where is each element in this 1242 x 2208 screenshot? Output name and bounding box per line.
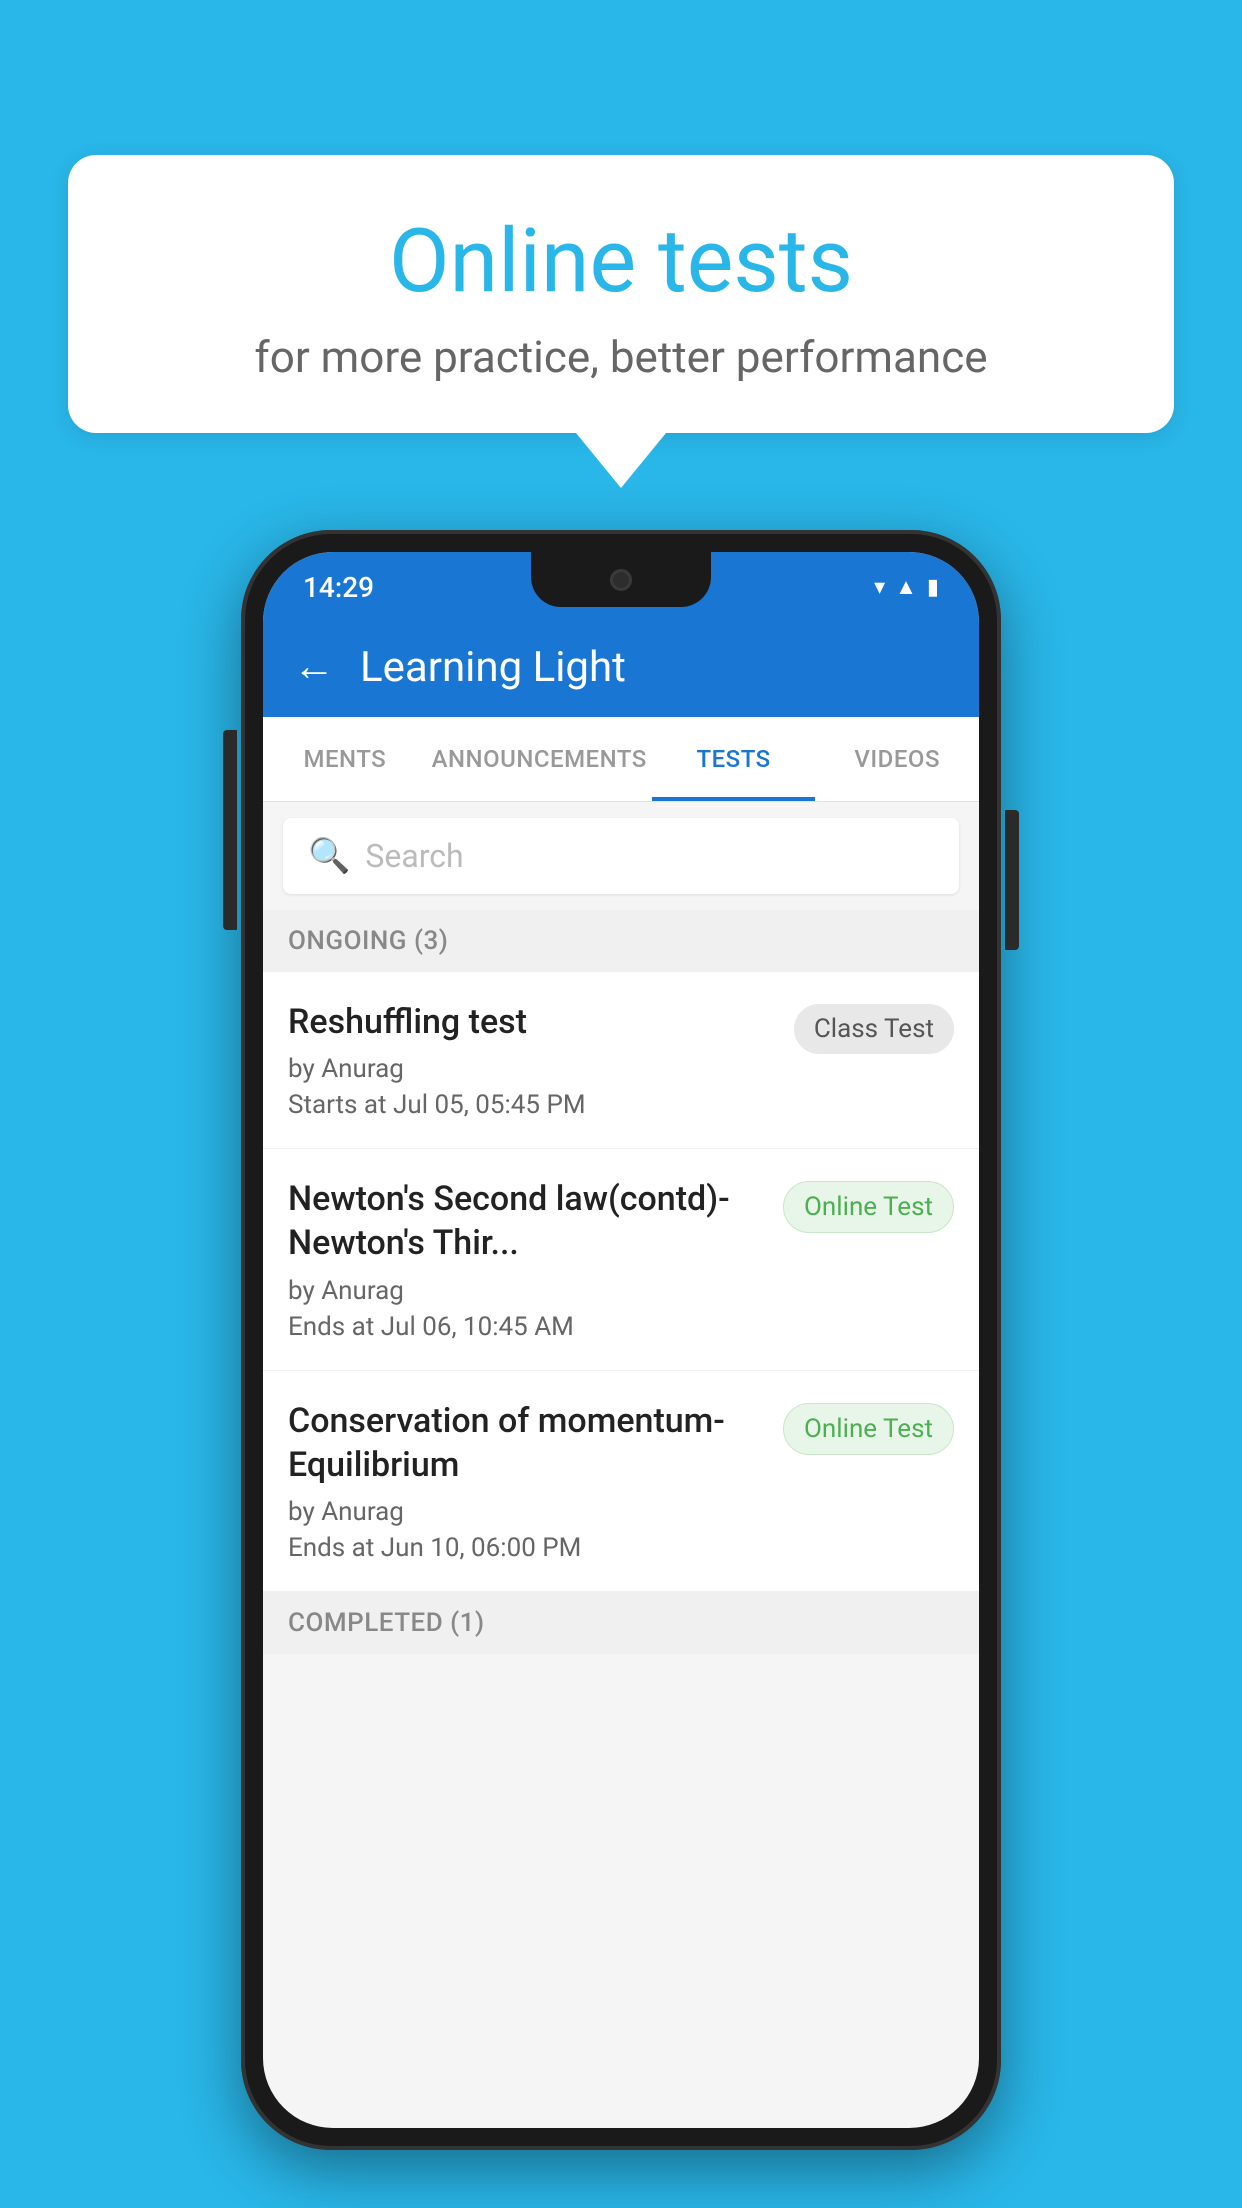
test-date-1: Starts at Jul 05, 05:45 PM [288, 1090, 779, 1120]
test-item-3[interactable]: Conservation of momentum-Equilibrium by … [263, 1371, 979, 1592]
test-list: Reshuffling test by Anurag Starts at Jul… [263, 972, 979, 1592]
speech-bubble-tail [576, 433, 666, 488]
speech-bubble-title: Online tests [128, 210, 1114, 313]
test-author-3: by Anurag [288, 1497, 768, 1527]
test-name-3: Conservation of momentum-Equilibrium [288, 1399, 768, 1487]
speech-bubble-subtitle: for more practice, better performance [128, 331, 1114, 383]
test-date-3: Ends at Jun 10, 06:00 PM [288, 1533, 768, 1563]
search-bar[interactable]: 🔍 Search [283, 818, 959, 894]
test-author-2: by Anurag [288, 1276, 768, 1306]
test-item-2[interactable]: Newton's Second law(contd)-Newton's Thir… [263, 1149, 979, 1370]
test-name-1: Reshuffling test [288, 1000, 779, 1044]
front-camera [610, 569, 632, 591]
tab-tests[interactable]: TESTS [652, 717, 816, 801]
test-info-3: Conservation of momentum-Equilibrium by … [288, 1399, 768, 1563]
speech-bubble: Online tests for more practice, better p… [68, 155, 1174, 433]
search-container: 🔍 Search [263, 802, 979, 910]
status-icons: ▾ ▲ ▮ [874, 574, 939, 600]
battery-icon: ▮ [927, 575, 939, 600]
tab-announcements[interactable]: ANNOUNCEMENTS [427, 717, 652, 801]
tabs-container: MENTS ANNOUNCEMENTS TESTS VIDEOS [263, 717, 979, 802]
ongoing-section-header: ONGOING (3) [263, 910, 979, 972]
status-time: 14:29 [303, 571, 374, 604]
test-badge-2: Online Test [783, 1181, 954, 1233]
app-header: ← Learning Light [263, 617, 979, 717]
test-date-2: Ends at Jul 06, 10:45 AM [288, 1312, 768, 1342]
phone-container: 14:29 ▾ ▲ ▮ ← Learning Light MENTS ANNOU… [241, 530, 1001, 2150]
phone-body: 14:29 ▾ ▲ ▮ ← Learning Light MENTS ANNOU… [241, 530, 1001, 2150]
speech-bubble-container: Online tests for more practice, better p… [68, 155, 1174, 488]
wifi-icon: ▾ [874, 575, 885, 600]
completed-section-header: COMPLETED (1) [263, 1592, 979, 1654]
test-badge-3: Online Test [783, 1403, 954, 1455]
test-info-1: Reshuffling test by Anurag Starts at Jul… [288, 1000, 779, 1120]
test-info-2: Newton's Second law(contd)-Newton's Thir… [288, 1177, 768, 1341]
test-badge-1: Class Test [794, 1004, 954, 1054]
test-author-1: by Anurag [288, 1054, 779, 1084]
phone-screen: 14:29 ▾ ▲ ▮ ← Learning Light MENTS ANNOU… [263, 552, 979, 2128]
search-placeholder: Search [365, 837, 463, 875]
app-title: Learning Light [360, 643, 626, 692]
signal-icon: ▲ [895, 574, 917, 600]
tab-videos[interactable]: VIDEOS [815, 717, 979, 801]
phone-notch [531, 552, 711, 607]
search-icon: 🔍 [308, 836, 350, 876]
back-button[interactable]: ← [293, 646, 335, 688]
test-item-1[interactable]: Reshuffling test by Anurag Starts at Jul… [263, 972, 979, 1149]
test-name-2: Newton's Second law(contd)-Newton's Thir… [288, 1177, 768, 1265]
tab-ments[interactable]: MENTS [263, 717, 427, 801]
